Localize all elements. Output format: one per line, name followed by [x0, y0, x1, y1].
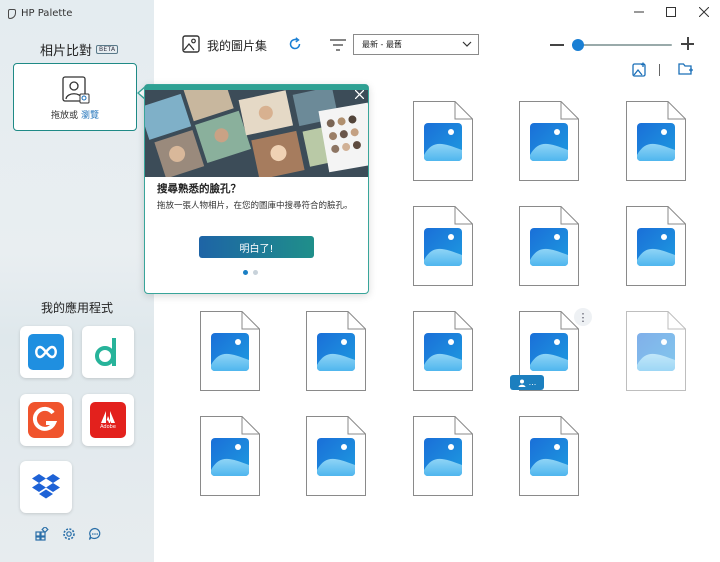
gallery-image-item[interactable] — [413, 416, 473, 496]
app-tile-dropbox[interactable] — [20, 461, 72, 513]
zoom-out-button[interactable] — [550, 44, 564, 46]
hp-palette-logo-icon — [8, 8, 16, 19]
minimize-button[interactable] — [627, 3, 651, 21]
image-file-icon — [413, 416, 473, 496]
adobe-label: Adobe — [100, 423, 116, 430]
zoom-in-button[interactable] — [681, 37, 694, 50]
gallery-title: 我的圖片集 — [207, 39, 268, 53]
more-vertical-icon: ⋮ — [577, 310, 589, 324]
toolbar-divider — [659, 64, 660, 76]
close-icon — [354, 89, 365, 100]
zoom-slider-thumb[interactable] — [572, 38, 584, 51]
sidebar: HP Palette 相片比對 BETA 拖放或 瀏覽 我的應用程式 Adobe — [0, 0, 154, 562]
zoom-slider[interactable] — [572, 38, 672, 51]
app-title-text: HP Palette — [21, 8, 73, 19]
pagination-dot-2[interactable] — [253, 270, 258, 275]
face-search-tip-popover: 搜尋熟悉的臉孔？ 拖放一張人物相片，在您的圖庫中搜尋符合的臉孔。 明白了! — [144, 84, 369, 294]
gallery-image-item[interactable] — [200, 416, 260, 496]
popover-close-button[interactable] — [354, 88, 365, 102]
browse-link[interactable]: 瀏覽 — [81, 111, 99, 121]
gallery-image-item[interactable] — [413, 311, 473, 391]
maximize-icon — [666, 7, 676, 17]
image-file-icon — [200, 416, 260, 496]
add-folder-icon[interactable] — [678, 62, 694, 76]
pagination-dot-1[interactable] — [243, 270, 248, 275]
gallery-image-item[interactable] — [626, 311, 686, 391]
infinity-icon — [28, 334, 64, 370]
face-compare-title: 相片比對 — [40, 44, 93, 59]
image-file-icon — [626, 206, 686, 286]
d-letter-icon — [95, 338, 116, 366]
image-file-icon — [626, 311, 686, 391]
drop-zone-text: 拖放或 瀏覽 — [14, 108, 136, 121]
image-file-icon — [413, 206, 473, 286]
dropbox-icon — [32, 474, 60, 499]
app-title: HP Palette — [8, 8, 72, 19]
gallery-image-item[interactable] — [200, 311, 260, 391]
gallery-image-item[interactable] — [306, 311, 366, 391]
face-badge[interactable]: ... — [510, 375, 544, 390]
face-drop-zone[interactable]: 拖放或 瀏覽 — [13, 63, 137, 131]
refresh-icon[interactable] — [288, 37, 302, 51]
image-file-icon — [626, 101, 686, 181]
image-file-icon — [519, 416, 579, 496]
beta-badge: BETA — [96, 45, 119, 54]
image-file-icon — [413, 101, 473, 181]
app-tile-infinity[interactable] — [20, 326, 72, 378]
chevron-down-icon — [462, 41, 472, 47]
face-compare-header: 相片比對 BETA — [40, 40, 119, 59]
adobe-icon: Adobe — [90, 402, 126, 438]
image-file-icon — [200, 311, 260, 391]
gallery-image-item[interactable] — [306, 416, 366, 496]
person-search-icon — [62, 76, 90, 104]
image-file-icon — [413, 311, 473, 391]
image-file-icon — [306, 416, 366, 496]
got-it-button[interactable]: 明白了! — [199, 236, 314, 258]
photo-collage-image — [145, 85, 368, 177]
popover-title: 搜尋熟悉的臉孔？ — [157, 183, 241, 195]
import-image-icon[interactable] — [632, 62, 647, 77]
popover-illustration — [145, 85, 368, 177]
maximize-button[interactable] — [659, 3, 683, 21]
face-badge-text: ... — [528, 378, 537, 387]
image-file-icon — [519, 206, 579, 286]
app-tile-d[interactable] — [82, 326, 134, 378]
g-letter-icon — [28, 402, 64, 438]
image-file-icon — [306, 311, 366, 391]
minimize-icon — [634, 11, 644, 13]
drop-zone-label: 拖放或 — [51, 111, 79, 121]
popover-body: 拖放一張人物相片，在您的圖庫中搜尋符合的臉孔。 — [157, 201, 353, 211]
gallery-image-item[interactable] — [519, 416, 579, 496]
close-icon — [699, 7, 709, 17]
gallery-image-item[interactable] — [626, 101, 686, 181]
feedback-icon[interactable] — [88, 527, 102, 541]
add-widget-icon[interactable] — [35, 527, 49, 541]
app-tile-g[interactable] — [20, 394, 72, 446]
gallery-image-item[interactable] — [626, 206, 686, 286]
settings-icon[interactable] — [62, 527, 76, 541]
sort-dropdown[interactable]: 最新 - 最舊 — [353, 34, 479, 55]
popover-pagination — [243, 270, 258, 275]
person-icon — [518, 379, 526, 387]
image-file-icon — [519, 101, 579, 181]
app-tile-adobe[interactable]: Adobe — [82, 394, 134, 446]
filter-icon[interactable] — [330, 39, 346, 51]
sort-value: 最新 - 最舊 — [362, 40, 402, 49]
more-options-button[interactable]: ⋮ — [574, 308, 592, 326]
gallery-icon — [182, 35, 200, 53]
gallery-image-item[interactable] — [413, 206, 473, 286]
close-button[interactable] — [692, 3, 716, 21]
gallery-image-item[interactable] — [413, 101, 473, 181]
my-apps-title: 我的應用程式 — [40, 301, 113, 315]
gallery-image-item[interactable] — [519, 206, 579, 286]
gallery-image-item[interactable] — [519, 101, 579, 181]
